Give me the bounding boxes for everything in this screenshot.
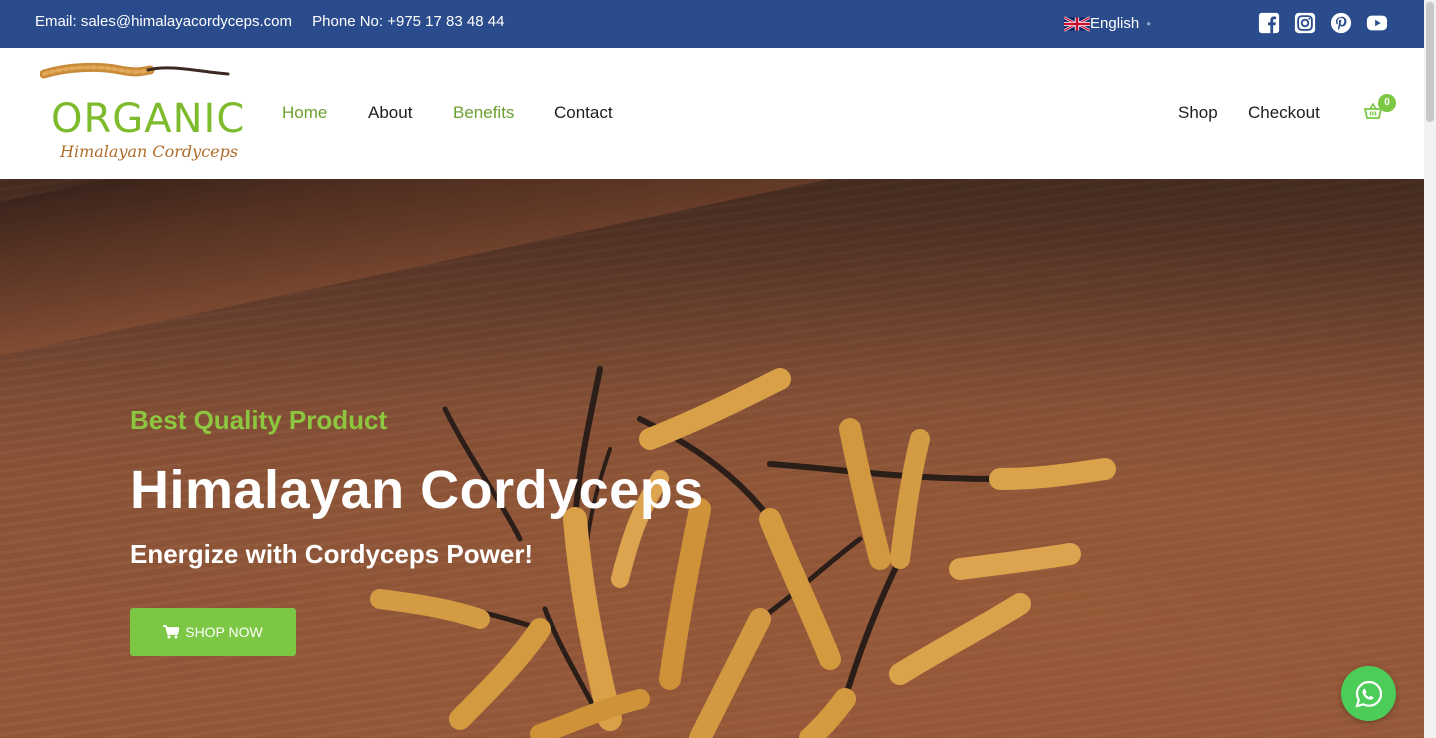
scrollbar[interactable] xyxy=(1424,0,1436,738)
hero-kicker: Best Quality Product xyxy=(130,405,388,435)
site-header: ORGANIC Himalayan Cordyceps Home About B… xyxy=(0,48,1424,179)
nav-shop[interactable]: Shop xyxy=(1178,103,1218,123)
facebook-icon[interactable] xyxy=(1258,12,1280,34)
hero-banner: Best Quality Product Himalayan Cordyceps… xyxy=(0,179,1424,738)
nav-contact[interactable]: Contact xyxy=(554,103,613,123)
logo-wordmark: ORGANIC xyxy=(51,96,246,142)
nav-benefits[interactable]: Benefits xyxy=(453,103,514,123)
nav-checkout[interactable]: Checkout xyxy=(1248,103,1320,123)
shop-now-label: SHOP NOW xyxy=(185,624,263,640)
whatsapp-icon xyxy=(1354,680,1382,708)
top-bar: Email: sales@himalayacordyceps.com Phone… xyxy=(0,0,1424,48)
nav-about[interactable]: About xyxy=(368,103,412,123)
contact-info: Email: sales@himalayacordyceps.com Phone… xyxy=(35,13,520,30)
email-link[interactable]: Email: sales@himalayacordyceps.com xyxy=(35,13,292,30)
language-label: English xyxy=(1090,15,1140,32)
uk-flag-icon xyxy=(1064,15,1090,32)
cart-button[interactable]: 0 xyxy=(1364,94,1396,119)
instagram-icon[interactable] xyxy=(1294,12,1316,34)
shop-now-button[interactable]: SHOP NOW xyxy=(130,608,296,656)
hero-subtitle: Energize with Cordyceps Power! xyxy=(130,539,534,569)
youtube-icon[interactable] xyxy=(1366,12,1388,34)
pinterest-icon[interactable] xyxy=(1330,12,1352,34)
whatsapp-chat-button[interactable] xyxy=(1341,666,1396,721)
logo-subtitle: Himalayan Cordyceps xyxy=(60,142,239,161)
nav-home[interactable]: Home xyxy=(282,103,327,123)
phone-link[interactable]: Phone No: +975 17 83 48 44 xyxy=(312,13,504,30)
cart-count-badge: 0 xyxy=(1378,94,1396,112)
site-logo[interactable]: ORGANIC Himalayan Cordyceps xyxy=(40,62,244,162)
language-switcher[interactable]: English ● xyxy=(1064,15,1151,32)
scrollbar-thumb[interactable] xyxy=(1426,2,1434,122)
social-links xyxy=(1258,12,1388,34)
hero-title: Himalayan Cordyceps xyxy=(130,460,704,520)
caret-down-icon: ● xyxy=(1146,19,1152,28)
cart-icon xyxy=(163,625,180,639)
page: Email: sales@himalayacordyceps.com Phone… xyxy=(0,0,1436,738)
